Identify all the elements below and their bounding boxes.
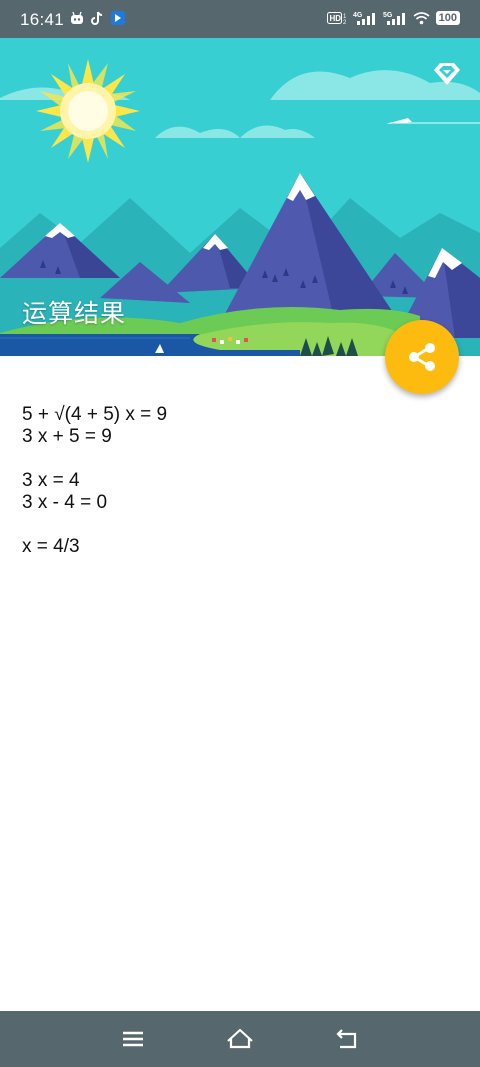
calculation-result: 5 + √(4 + 5) x = 9 3 x + 5 = 9 3 x = 4 3… — [22, 404, 167, 558]
notification-app-icon — [71, 11, 83, 24]
result-line: 3 x = 4 — [22, 470, 80, 491]
wifi-icon — [413, 12, 430, 25]
result-line: 3 x - 4 = 0 — [22, 492, 108, 513]
share-button[interactable] — [385, 320, 459, 394]
svg-text:HD: HD — [329, 14, 341, 23]
5g-signal-icon: 5G — [383, 12, 405, 25]
result-line: x = 4/3 — [22, 536, 80, 557]
back-icon — [336, 1029, 357, 1049]
page-title: 运算结果 — [22, 300, 127, 328]
sun — [36, 59, 140, 163]
diamond-icon — [434, 63, 460, 85]
result-line: 5 + √(4 + 5) x = 9 — [22, 404, 168, 425]
menu-icon — [123, 1031, 143, 1047]
result-line — [22, 448, 167, 470]
home-button[interactable] — [225, 1025, 255, 1053]
diamond-button[interactable] — [432, 60, 462, 88]
navigation-bar — [0, 1011, 480, 1067]
svg-text:4G: 4G — [353, 12, 363, 19]
tiktok-icon — [91, 11, 103, 25]
status-time: 16:41 — [20, 10, 65, 29]
share-icon — [409, 343, 435, 371]
header-banner: 运算结果 — [0, 38, 480, 356]
battery-icon: 100 — [435, 11, 460, 25]
result-line: 3 x + 5 = 9 — [22, 426, 112, 447]
back-button[interactable] — [332, 1025, 362, 1053]
svg-text:2: 2 — [343, 20, 347, 25]
4g-signal-icon: 4G — [353, 12, 375, 25]
menu-button[interactable] — [118, 1025, 148, 1053]
svg-text:5G: 5G — [383, 12, 393, 19]
hd-icon: HD 1 2 — [326, 12, 347, 25]
status-bar: 16:41 HD 1 2 4G 5G 100 — [0, 0, 480, 38]
result-line — [22, 514, 167, 536]
home-icon — [227, 1028, 253, 1049]
app-shortcut-icon — [111, 11, 125, 25]
